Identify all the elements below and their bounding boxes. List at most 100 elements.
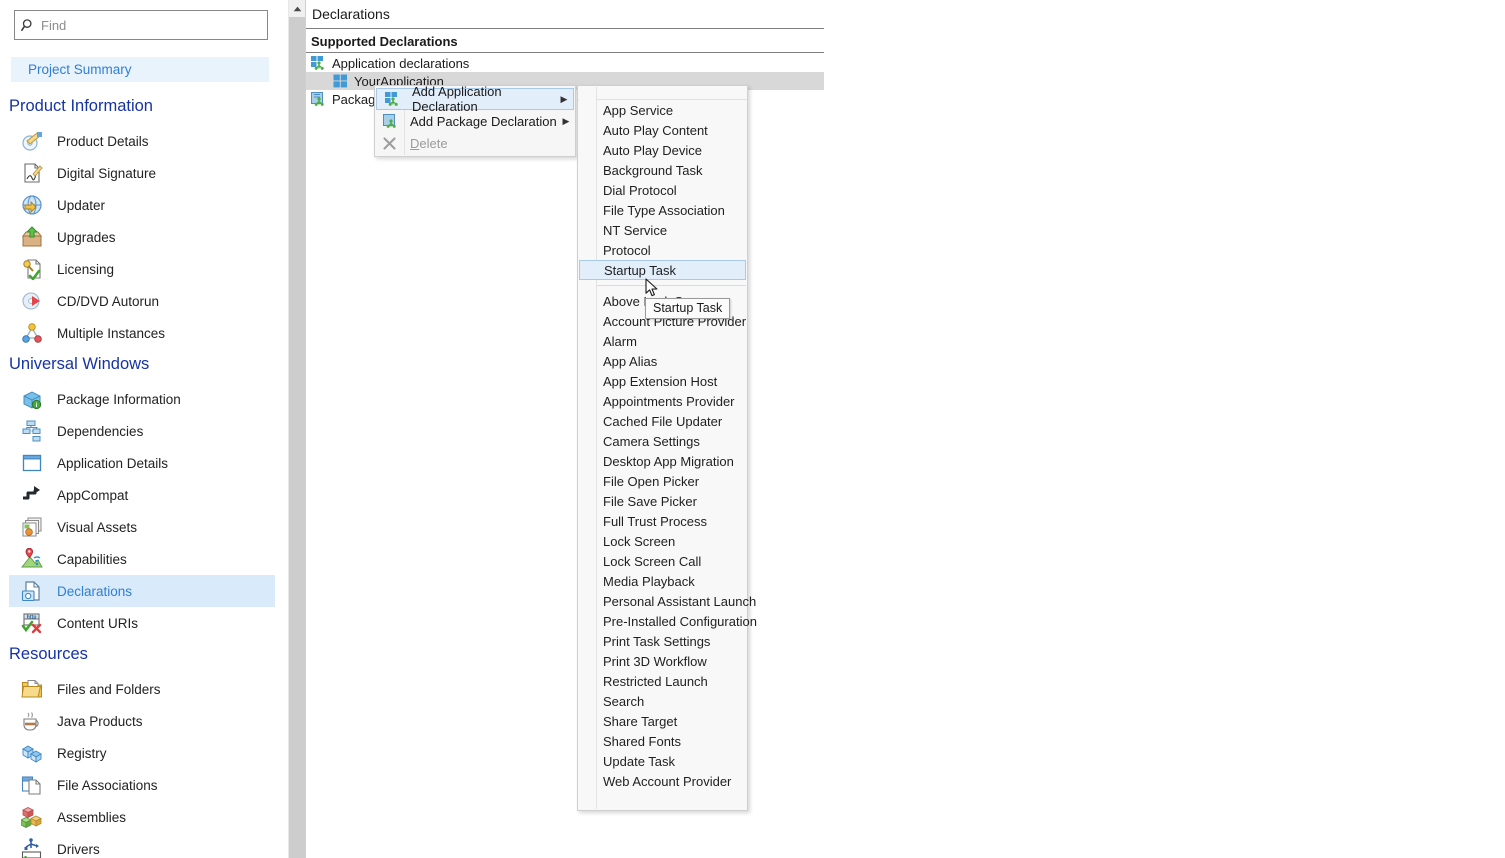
navigation-sidebar: Project Summary Product Information Produ… (0, 0, 284, 858)
submenu-item-restricted-launch[interactable]: Restricted Launch (578, 671, 747, 691)
chevron-right-icon: ▶ (562, 115, 570, 126)
windows-app-icon (332, 73, 348, 89)
scrollbar-thumb[interactable] (289, 17, 305, 858)
submenu-item-shared-fonts[interactable]: Shared Fonts (578, 731, 747, 751)
submenu-item-auto-play-device[interactable]: Auto Play Device (578, 140, 747, 160)
delete-x-icon (375, 136, 404, 151)
submenu-item-personal-assistant-launch[interactable]: Personal Assistant Launch (578, 591, 756, 611)
submenu-item-file-open-picker[interactable]: File Open Picker (578, 471, 747, 491)
sidebar-item-digital-signature[interactable]: Digital Signature (9, 157, 275, 189)
sidebar-scrollbar[interactable] (288, 0, 305, 858)
submenu-item-full-trust-process[interactable]: Full Trust Process (578, 511, 747, 531)
submenu-item-label: File Save Picker (603, 493, 697, 509)
submenu-item-auto-play-content[interactable]: Auto Play Content (578, 120, 747, 140)
sidebar-item-application-details[interactable]: Application Details (9, 447, 275, 479)
sidebar-item-registry[interactable]: Registry (9, 737, 275, 769)
submenu-item-label: Print Task Settings (603, 633, 711, 649)
add-application-declaration-icon (377, 91, 406, 107)
sidebar-item-java-products[interactable]: Java Products (9, 705, 275, 737)
sidebar-item-capabilities[interactable]: Capabilities (9, 543, 275, 575)
submenu-item-appointments-provider[interactable]: Appointments Provider (578, 391, 747, 411)
sidebar-item-label: Content URIs (57, 615, 139, 631)
sidebar-item-label: File Associations (57, 777, 158, 793)
submenu-item-search[interactable]: Search (578, 691, 747, 711)
submenu-item-app-alias[interactable]: App Alias (578, 351, 747, 371)
submenu-item-app-extension-host[interactable]: App Extension Host (578, 371, 747, 391)
tree-row[interactable]: Application declarations (306, 54, 469, 72)
submenu-item-label: Protocol (603, 242, 651, 258)
context-menu-item-add-application-declaration[interactable]: Add Application Declaration ▶ (376, 84, 574, 114)
sidebar-item-label: Application Details (57, 455, 169, 471)
submenu-item-app-service[interactable]: App Service (578, 100, 747, 120)
sidebar-item-product-details[interactable]: Product Details (9, 125, 275, 157)
appcompat-icon (19, 482, 45, 508)
sidebar-item-label: Registry (57, 745, 107, 761)
submenu-item-label: Shared Fonts (603, 733, 682, 749)
submenu-item-label: Auto Play Content (603, 122, 708, 138)
submenu-item-lock-screen[interactable]: Lock Screen (578, 531, 747, 551)
sidebar-item-upgrades[interactable]: Upgrades (9, 221, 275, 253)
sidebar-item-label: Files and Folders (57, 681, 161, 697)
sidebar-item-drivers[interactable]: Drivers (9, 833, 275, 858)
sidebar-item-assemblies[interactable]: Assemblies (9, 801, 275, 833)
submenu-item-print-task-settings[interactable]: Print Task Settings (578, 631, 747, 651)
submenu-item-label: Startup Task (604, 262, 677, 278)
submenu-item-protocol[interactable]: Protocol (578, 240, 747, 260)
updater-icon (19, 192, 45, 218)
submenu-item-label: Full Trust Process (603, 513, 708, 529)
find-box[interactable] (14, 10, 268, 40)
sidebar-item-label: Licensing (57, 261, 115, 277)
submenu-item-web-account-provider[interactable]: Web Account Provider (578, 771, 747, 791)
submenu-item-desktop-app-migration[interactable]: Desktop App Migration (578, 451, 747, 471)
tooltip-label: Startup Task (653, 301, 723, 315)
sidebar-item-label: Upgrades (57, 229, 116, 245)
sidebar-item-licensing[interactable]: Licensing (9, 253, 275, 285)
project-summary-link[interactable]: Project Summary (11, 57, 269, 82)
sidebar-item-dependencies[interactable]: Dependencies (9, 415, 275, 447)
sidebar-item-files-and-folders[interactable]: Files and Folders (9, 673, 275, 705)
submenu-item-print-3d-workflow[interactable]: Print 3D Workflow (578, 651, 747, 671)
context-menu-item-add-package-declaration[interactable]: Add Package Declaration ▶ (375, 110, 575, 132)
submenu-item-dial-protocol[interactable]: Dial Protocol (578, 180, 747, 200)
sidebar-item-label: Capabilities (57, 551, 127, 567)
sidebar-item-content-uris[interactable]: http Content URIs (9, 607, 275, 639)
submenu-item-cached-file-updater[interactable]: Cached File Updater (578, 411, 747, 431)
sidebar-item-file-associations[interactable]: File Associations (9, 769, 275, 801)
submenu-item-background-task[interactable]: Background Task (578, 160, 747, 180)
submenu-item-label: Restricted Launch (603, 673, 708, 689)
sidebar-item-cd-dvd-autorun[interactable]: CD/DVD Autorun (9, 285, 275, 317)
submenu-items: App Service Auto Play Content Auto Play De… (578, 100, 757, 791)
submenu-item-update-task[interactable]: Update Task (578, 751, 747, 771)
sidebar-item-declarations[interactable]: Declarations (9, 575, 275, 607)
sidebar-item-package-information[interactable]: i Package Information (9, 383, 275, 415)
search-input[interactable] (41, 15, 267, 35)
sidebar-item-appcompat[interactable]: AppCompat (9, 479, 275, 511)
submenu-item-startup-task[interactable]: Startup Task (579, 260, 746, 280)
submenu-item-label: Pre-Installed Configuration (603, 613, 757, 629)
sidebar-item-label: Multiple Instances (57, 325, 166, 341)
submenu-item-label: App Alias (603, 353, 658, 369)
svg-text:http: http (27, 614, 37, 620)
application-declarations-icon (310, 55, 326, 71)
project-summary-label: Project Summary (28, 62, 132, 77)
submenu-item-label: File Open Picker (603, 473, 700, 489)
sidebar-item-visual-assets[interactable]: Visual Assets (9, 511, 275, 543)
submenu-item-pre-installed-configuration[interactable]: Pre-Installed Configuration (578, 611, 757, 631)
submenu-item-nt-service[interactable]: NT Service (578, 220, 747, 240)
submenu-item-file-save-picker[interactable]: File Save Picker (578, 491, 747, 511)
submenu-item-lock-screen-call[interactable]: Lock Screen Call (578, 551, 747, 571)
submenu-item-label: Dial Protocol (603, 182, 677, 198)
submenu-item-media-playback[interactable]: Media Playback (578, 571, 747, 591)
package-declarations-icon (310, 91, 326, 107)
sidebar-item-multiple-instances[interactable]: Multiple Instances (9, 317, 275, 349)
submenu-item-share-target[interactable]: Share Target (578, 711, 747, 731)
scroll-up-arrow-icon[interactable] (289, 0, 305, 17)
add-application-declaration-submenu: App Service Auto Play Content Auto Play De… (577, 85, 757, 811)
submenu-item-label: Lock Screen (603, 533, 676, 549)
submenu-item-file-type-association[interactable]: File Type Association (578, 200, 747, 220)
application-details-icon (19, 450, 45, 476)
sidebar-item-updater[interactable]: Updater (9, 189, 275, 221)
declarations-icon (19, 578, 45, 604)
submenu-item-alarm[interactable]: Alarm (578, 331, 747, 351)
submenu-item-camera-settings[interactable]: Camera Settings (578, 431, 747, 451)
